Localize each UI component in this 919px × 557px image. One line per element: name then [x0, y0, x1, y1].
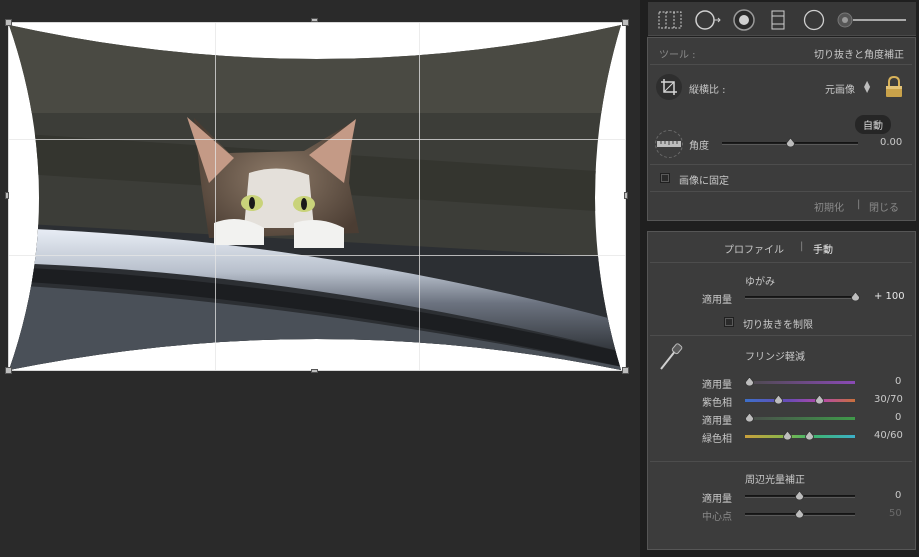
- divider: [650, 461, 912, 462]
- fringe-title: フリンジ軽減: [745, 352, 805, 363]
- fringe-green-amount-label: 適用量: [702, 416, 732, 427]
- lens-correction-box: [647, 231, 916, 550]
- tool-name: 切り抜きと角度補正: [814, 50, 904, 61]
- constrain-crop-checkbox[interactable]: [724, 317, 734, 327]
- divider: [650, 164, 912, 165]
- grid-line: [9, 139, 625, 140]
- button-divider: |: [857, 199, 861, 210]
- vignette-amount-thumb[interactable]: [795, 491, 804, 500]
- divider: [650, 335, 912, 336]
- vignette-midpoint-label: 中心点: [702, 512, 732, 523]
- fringe-purple-hue-track[interactable]: [745, 399, 855, 402]
- fringe-purple-amount-thumb[interactable]: [745, 377, 754, 386]
- fringe-green-hue-thumb-low[interactable]: [783, 431, 792, 440]
- fringe-green-hue-value: 40/60: [874, 430, 903, 441]
- fringe-green-amount-value: 0: [895, 412, 902, 423]
- crop-handle-bottom[interactable]: [311, 369, 318, 373]
- tab-manual[interactable]: 手動: [813, 241, 833, 256]
- tool-strip: [648, 2, 916, 36]
- tab-divider: |: [800, 241, 804, 252]
- crop-angle-icon[interactable]: [656, 74, 682, 100]
- eyedropper-icon[interactable]: [656, 340, 686, 372]
- fringe-green-hue-label: 緑色相: [702, 434, 732, 445]
- close-button[interactable]: 閉じる: [869, 199, 899, 214]
- fringe-purple-hue-thumb-high[interactable]: [815, 395, 824, 404]
- image-canvas[interactable]: [0, 0, 640, 557]
- fringe-green-amount-track[interactable]: [745, 417, 855, 420]
- grid-line: [9, 255, 625, 256]
- angle-value: 0.00: [880, 137, 903, 148]
- cat-photo: [9, 25, 621, 370]
- vignette-midpoint-thumb[interactable]: [795, 509, 804, 518]
- angle-label: 角度: [689, 141, 709, 152]
- aspect-select[interactable]: 元画像: [825, 81, 855, 96]
- distortion-title: ゆがみ: [745, 277, 775, 288]
- crop-handle-top[interactable]: [311, 18, 318, 22]
- grid-line: [419, 23, 420, 370]
- crop-handle-bottom-left[interactable]: [5, 367, 12, 374]
- vignette-amount-value: 0: [895, 490, 902, 501]
- divider: [650, 262, 912, 263]
- fringe-green-amount-thumb[interactable]: [745, 413, 754, 422]
- crop-handle-top-right[interactable]: [622, 19, 629, 26]
- crop-handle-top-left[interactable]: [5, 19, 12, 26]
- graduated-filter-icon[interactable]: [768, 9, 788, 31]
- fringe-green-hue-track[interactable]: [745, 435, 855, 438]
- adjustment-brush-icon[interactable]: [836, 9, 908, 31]
- crop-handle-right[interactable]: [624, 192, 628, 199]
- distortion-amount-value: + 100: [874, 291, 905, 302]
- grid-line: [215, 23, 216, 370]
- fringe-purple-hue-thumb-low[interactable]: [774, 395, 783, 404]
- fringe-purple-amount-track[interactable]: [745, 381, 855, 384]
- fringe-purple-hue-label: 紫色相: [702, 398, 732, 409]
- divider: [650, 64, 912, 65]
- distortion-slider-thumb[interactable]: [850, 292, 860, 301]
- crop-handle-left[interactable]: [5, 192, 9, 199]
- vignette-title: 周辺光量補正: [745, 475, 805, 486]
- vignette-midpoint-value: 50: [889, 508, 902, 519]
- angle-tool-icon[interactable]: [655, 130, 683, 158]
- lock-to-image-checkbox[interactable]: [660, 173, 670, 183]
- aspect-label: 縦横比 :: [689, 85, 726, 96]
- distortion-amount-label: 適用量: [702, 295, 732, 306]
- reset-button[interactable]: 初期化: [814, 199, 844, 214]
- tab-profile[interactable]: プロファイル: [724, 241, 784, 256]
- radial-filter-icon[interactable]: [802, 9, 826, 31]
- tool-label: ツール :: [659, 50, 696, 61]
- angle-slider-thumb[interactable]: [785, 138, 795, 147]
- distortion-slider-track[interactable]: [745, 296, 855, 299]
- crop-frame[interactable]: [8, 22, 626, 371]
- red-eye-icon[interactable]: [731, 9, 757, 31]
- lock-to-image-label: 画像に固定: [679, 176, 729, 187]
- vignette-amount-label: 適用量: [702, 494, 732, 505]
- fringe-purple-amount-label: 適用量: [702, 380, 732, 391]
- divider: [650, 191, 912, 192]
- lock-icon[interactable]: [884, 75, 904, 98]
- crop-handle-bottom-right[interactable]: [622, 367, 629, 374]
- crop-overlay-icon[interactable]: [657, 9, 683, 31]
- fringe-purple-hue-value: 30/70: [874, 394, 903, 405]
- select-arrows-icon: ▲ ▼: [864, 79, 871, 94]
- spot-removal-icon[interactable]: [694, 9, 724, 31]
- constrain-crop-label: 切り抜きを制限: [743, 320, 813, 331]
- auto-button[interactable]: 自動: [855, 115, 891, 134]
- fringe-purple-amount-value: 0: [895, 376, 902, 387]
- fringe-green-hue-thumb-high[interactable]: [805, 431, 814, 440]
